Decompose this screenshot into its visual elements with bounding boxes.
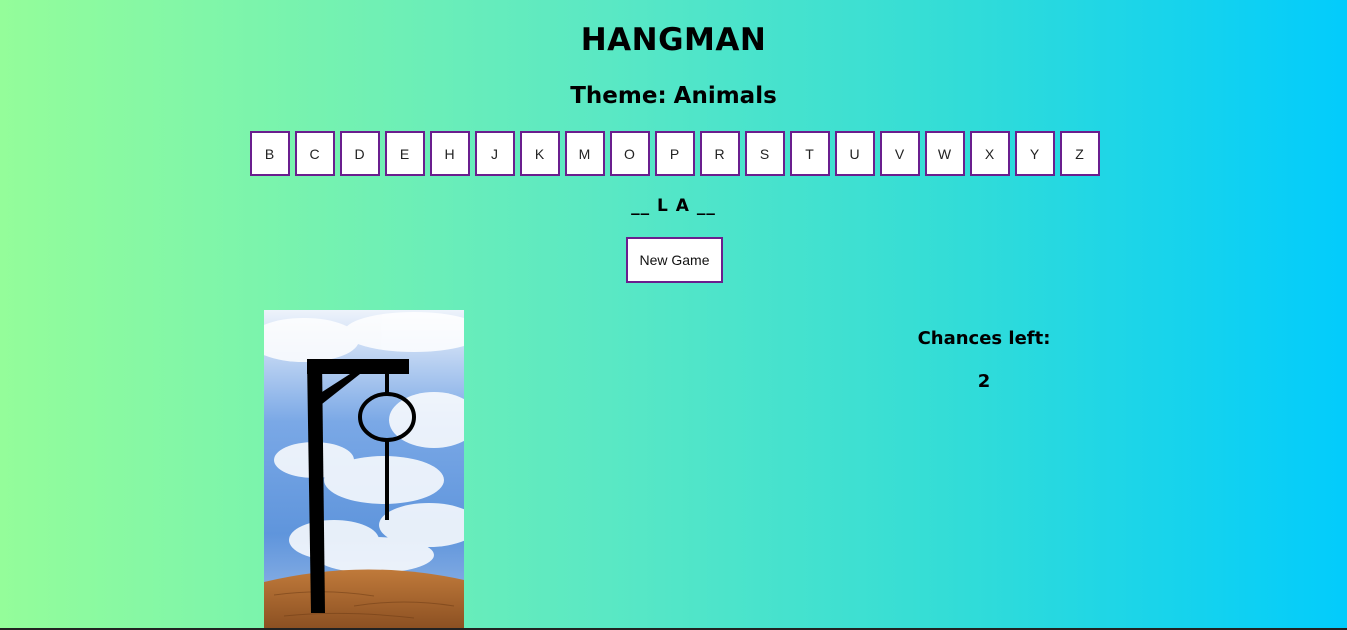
letter-button-m[interactable]: M (564, 131, 605, 176)
letter-button-p[interactable]: P (654, 131, 695, 176)
letter-button-d[interactable]: D (339, 131, 380, 176)
letter-button-b[interactable]: B (249, 131, 290, 176)
letter-button-o[interactable]: O (609, 131, 650, 176)
letter-button-r[interactable]: R (699, 131, 740, 176)
theme-label: Theme: (570, 83, 667, 109)
letter-button-t[interactable]: T (789, 131, 830, 176)
chances-label: Chances left: (917, 328, 1051, 349)
letter-button-j[interactable]: J (474, 131, 515, 176)
letter-button-w[interactable]: W (924, 131, 965, 176)
letter-button-u[interactable]: U (834, 131, 875, 176)
word-display: __ L A __ (631, 196, 716, 216)
chances-value: 2 (977, 371, 991, 392)
letter-button-y[interactable]: Y (1014, 131, 1055, 176)
letter-button-k[interactable]: K (519, 131, 560, 176)
letter-button-z[interactable]: Z (1059, 131, 1100, 176)
gallows-image (264, 310, 464, 630)
new-game-button[interactable]: New Game (626, 237, 723, 283)
theme-heading: Theme: Animals (0, 83, 1347, 109)
letter-button-c[interactable]: C (294, 131, 335, 176)
letter-button-x[interactable]: X (969, 131, 1010, 176)
letter-buttons: BCDEHJKMOPRSTUVWXYZ (0, 131, 1347, 176)
letter-button-s[interactable]: S (744, 131, 785, 176)
game-title: HANGMAN (580, 22, 767, 58)
letter-button-h[interactable]: H (429, 131, 470, 176)
letter-button-e[interactable]: E (384, 131, 425, 176)
letter-button-v[interactable]: V (879, 131, 920, 176)
theme-value: Animals (673, 83, 777, 109)
